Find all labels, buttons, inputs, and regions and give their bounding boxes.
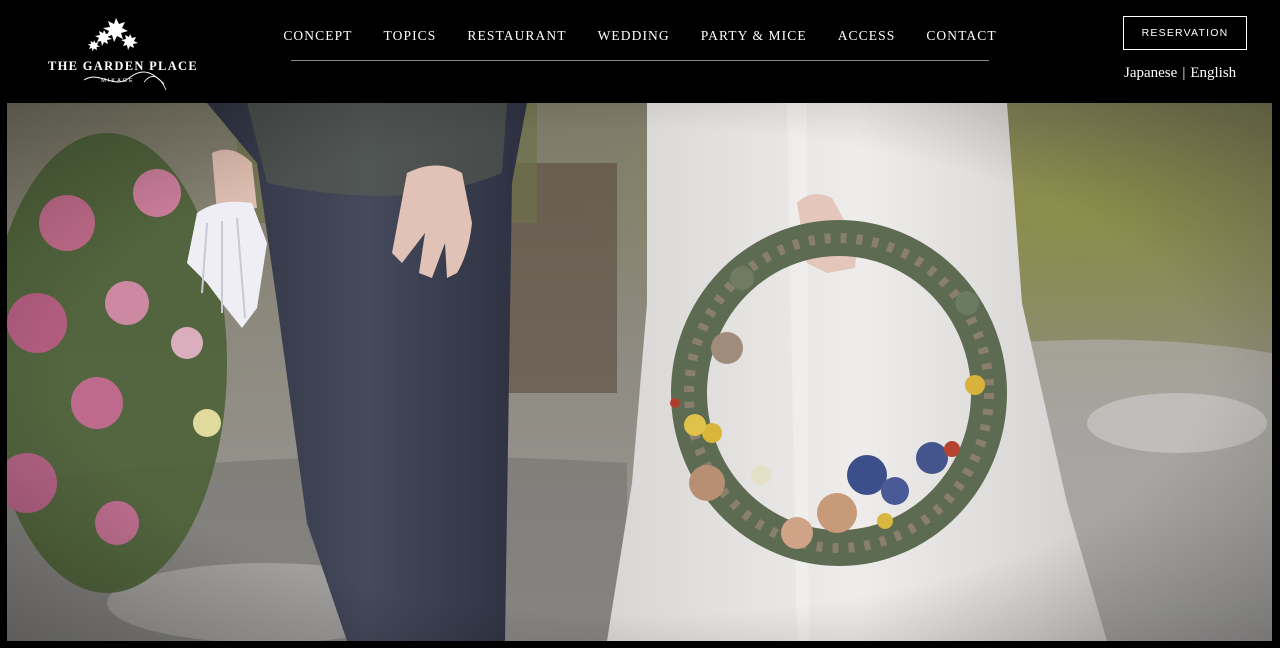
- nav-item-access[interactable]: ACCESS: [822, 28, 911, 44]
- main-nav: CONCEPT TOPICS RESTAURANT WEDDING PARTY …: [283, 20, 996, 61]
- hero-illustration: [7, 103, 1272, 641]
- nav-item-topics[interactable]: TOPICS: [368, 28, 452, 44]
- nav-item-contact[interactable]: CONTACT: [911, 28, 1012, 44]
- site-logo[interactable]: THE GARDEN PLACE MIKAGE: [44, 12, 198, 96]
- nav-item-concept[interactable]: CONCEPT: [268, 28, 368, 44]
- logo-subtitle: MIKAGE: [101, 78, 135, 84]
- reservation-button[interactable]: RESERVATION: [1123, 16, 1247, 50]
- nav-item-wedding[interactable]: WEDDING: [582, 28, 685, 44]
- lang-separator: |: [1182, 65, 1186, 81]
- hero-image: [7, 103, 1272, 641]
- language-switcher: Japanese | English: [1124, 65, 1248, 82]
- lang-english-link[interactable]: English: [1190, 65, 1236, 81]
- nav-item-restaurant[interactable]: RESTAURANT: [452, 28, 582, 44]
- site-header: THE GARDEN PLACE MIKAGE CONCEPT TOPICS R…: [0, 0, 1280, 102]
- nav-item-party-mice[interactable]: PARTY & MICE: [685, 28, 822, 44]
- lang-japanese-link[interactable]: Japanese: [1124, 65, 1177, 81]
- logo-title: THE GARDEN PLACE: [48, 59, 198, 73]
- nav-list: CONCEPT TOPICS RESTAURANT WEDDING PARTY …: [283, 28, 995, 44]
